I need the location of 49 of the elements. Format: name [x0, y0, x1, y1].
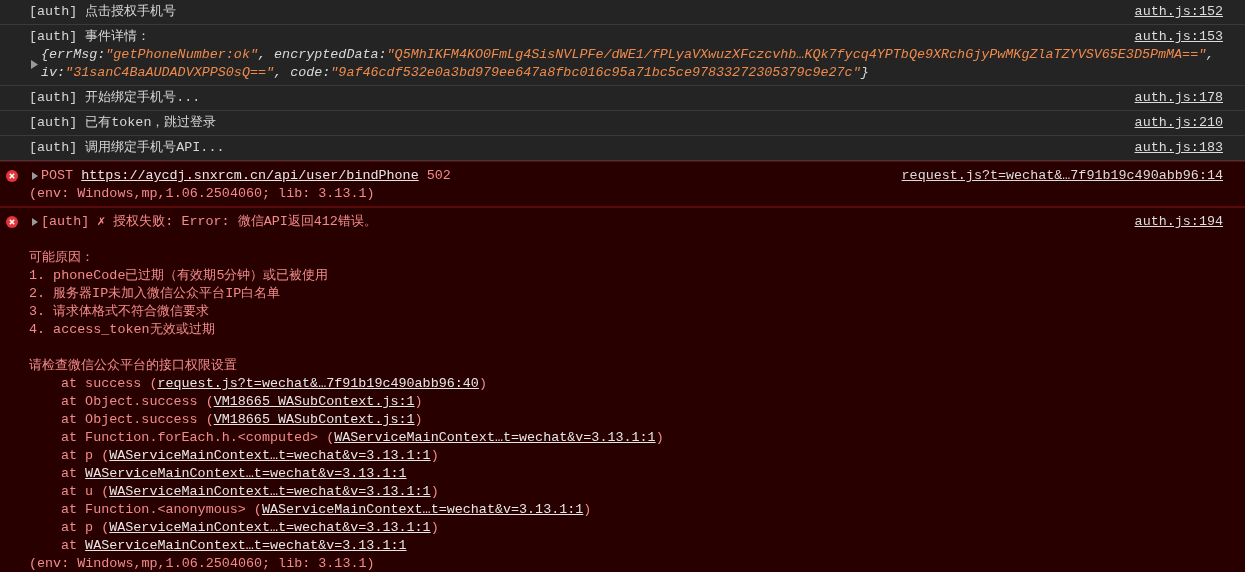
source-link[interactable]: auth.js:210	[1134, 114, 1223, 132]
expand-arrow-icon[interactable]	[32, 172, 38, 180]
stack-frame: at success (request.js?t=wechat&…7f91b19c490abb96:40)	[61, 375, 1223, 393]
error-text: 可能原因：	[29, 249, 95, 267]
stack-link[interactable]: VM18665 WASubContext.js:1	[213, 394, 415, 409]
request-url-link[interactable]: https://aycdj.snxrcm.cn/api/user/bindPhone	[81, 168, 419, 183]
error-message: POST https://aycdj.snxrcm.cn/api/user/bindPhone 502	[41, 167, 452, 185]
stack-frame: at Object.success (VM18665 WASubContext.js:1)	[61, 411, 1223, 429]
stack-link[interactable]: WAServiceMainContext…t=wechat&v=3.13.1:1	[109, 520, 431, 535]
error-text: 4. access_token无效或过期	[29, 321, 216, 339]
stack-link[interactable]: VM18665 WASubContext.js:1	[213, 412, 415, 427]
error-message: [auth] ✗ 授权失败: Error: 微信API返回412错误。	[41, 213, 378, 231]
stack-link[interactable]: WAServiceMainContext…t=wechat&v=3.13.1:1	[85, 466, 407, 481]
source-link[interactable]: auth.js:153	[1134, 28, 1223, 46]
env-info: (env: Windows,mp,1.06.2504060; lib: 3.13.1)	[29, 185, 376, 203]
error-text: 1. phoneCode已过期（有效期5分钟）或已被使用	[29, 267, 330, 285]
stack-link[interactable]: WAServiceMainContext…t=wechat&v=3.13.1:1	[261, 502, 584, 517]
error-text: 2. 服务器IP未加入微信公众平台IP白名单	[29, 285, 282, 303]
stack-frame: at p (WAServiceMainContext…t=wechat&v=3.13.1:1)	[61, 447, 1223, 465]
stack-link[interactable]: WAServiceMainContext…t=wechat&v=3.13.1:1	[109, 484, 431, 499]
log-message: [auth] 调用绑定手机号API...	[29, 139, 226, 157]
error-icon	[6, 170, 18, 182]
stack-link[interactable]: request.js?t=wechat&…7f91b19c490abb96:40	[157, 376, 479, 391]
stack-frame: at Function.forEach.h.<computed> (WAServiceMainContext…t=wechat&v=3.13.1:1)	[61, 429, 1223, 447]
stack-link[interactable]: WAServiceMainContext…t=wechat&v=3.13.1:1	[85, 538, 407, 553]
stack-frame: at Function.<anonymous> (WAServiceMainContext…t=wechat&v=3.13.1:1)	[61, 501, 1223, 519]
error-text: 3. 请求体格式不符合微信要求	[29, 303, 211, 321]
source-link[interactable]: auth.js:194	[1134, 213, 1223, 231]
log-message: [auth] 点击授权手机号	[29, 3, 178, 21]
source-link[interactable]: request.js?t=wechat&…7f91b19c490abb96:14	[901, 167, 1223, 185]
object-preview[interactable]: {errMsg:"getPhoneNumber:ok", encryptedData:"Q5MhIKFM4KO0FmLg4SisNVLPFe/dWE1/fPLyaVXwuzXFczcvhb…KQk7fycq4YPTbQe9XRchGjyPwMKgZlaTZYVSV65E3D5PmMA==", iv:"31sanC4BaAUDADVXPPS0sQ==", code:"9af46cdf532e0a3bd979ee647a8fbc016c95a71bc5ce97833272305379c9e27c"}	[41, 46, 1223, 82]
log-message: [auth] 事件详情：	[29, 28, 152, 46]
expand-arrow-icon[interactable]	[32, 218, 38, 226]
source-link[interactable]: auth.js:152	[1134, 3, 1223, 21]
stack-frame: at u (WAServiceMainContext…t=wechat&v=3.13.1:1)	[61, 483, 1223, 501]
stack-frame: at p (WAServiceMainContext…t=wechat&v=3.13.1:1)	[61, 519, 1223, 537]
source-link[interactable]: auth.js:183	[1134, 139, 1223, 157]
stack-frame: at WAServiceMainContext…t=wechat&v=3.13.1:1	[61, 537, 1223, 555]
expand-arrow-icon[interactable]	[31, 60, 38, 69]
env-info: (env: Windows,mp,1.06.2504060; lib: 3.13.1)	[29, 555, 376, 572]
error-text: 请检查微信公众平台的接口权限设置	[29, 357, 238, 375]
error-icon	[6, 216, 18, 228]
stack-frame: at Object.success (VM18665 WASubContext.js:1)	[61, 393, 1223, 411]
log-message: [auth] 开始绑定手机号...	[29, 89, 202, 107]
stack-frame: at WAServiceMainContext…t=wechat&v=3.13.1:1	[61, 465, 1223, 483]
stack-link[interactable]: WAServiceMainContext…t=wechat&v=3.13.1:1	[334, 430, 656, 445]
source-link[interactable]: auth.js:178	[1134, 89, 1223, 107]
stack-link[interactable]: WAServiceMainContext…t=wechat&v=3.13.1:1	[109, 448, 431, 463]
log-message: [auth] 已有token，跳过登录	[29, 114, 218, 132]
